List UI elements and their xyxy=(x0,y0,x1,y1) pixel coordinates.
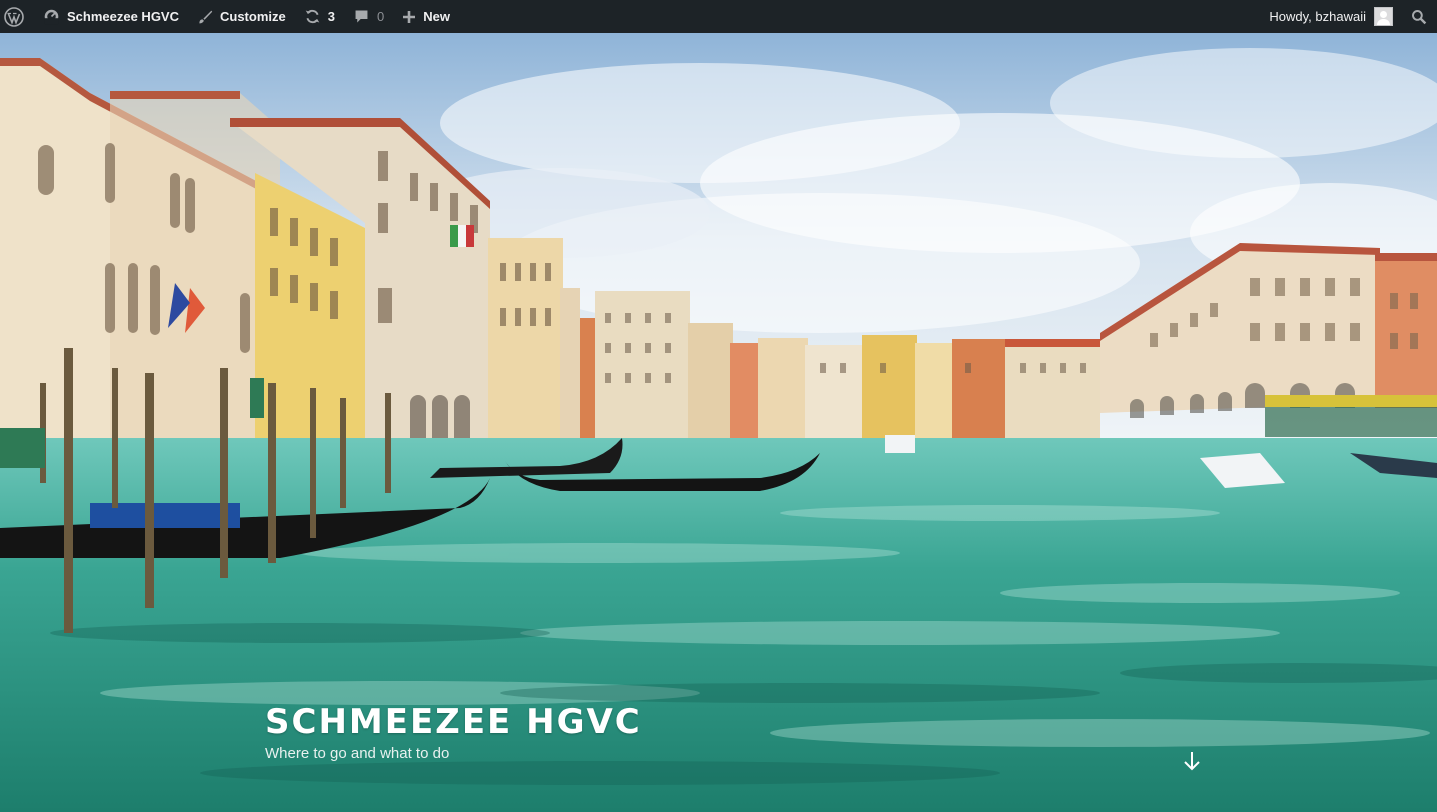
site-description: Where to go and what to do xyxy=(265,745,450,762)
greeting-text: Howdy, bzhawaii xyxy=(1269,9,1366,24)
search-icon xyxy=(1412,9,1427,24)
site-name-label: Schmeezee HGVC xyxy=(67,9,179,24)
customize-label: Customize xyxy=(220,9,286,24)
new-label: New xyxy=(423,9,450,24)
admin-bar-right: Howdy, bzhawaii xyxy=(1260,0,1437,33)
dashboard-icon xyxy=(44,9,59,25)
updates-count: 3 xyxy=(327,9,335,24)
site-title[interactable]: SCHMEEZEE HGVC xyxy=(265,703,642,741)
header-image-venice xyxy=(0,33,1437,812)
customize-menu[interactable]: Customize xyxy=(188,0,295,33)
plus-icon xyxy=(403,10,416,23)
site-name-menu[interactable]: Schmeezee HGVC xyxy=(34,0,188,33)
wordpress-logo-icon xyxy=(4,6,24,27)
comment-icon xyxy=(355,10,368,23)
brush-icon xyxy=(199,10,213,23)
new-content-menu[interactable]: New xyxy=(393,0,459,33)
refresh-icon xyxy=(305,9,320,24)
admin-bar: Schmeezee HGVC Customize 3 0 New Howdy, … xyxy=(0,0,1437,33)
comments-count: 0 xyxy=(376,9,385,24)
updates-menu[interactable]: 3 xyxy=(295,0,344,33)
comments-menu[interactable]: 0 xyxy=(344,0,393,33)
avatar xyxy=(1374,7,1393,26)
scroll-down-link[interactable] xyxy=(1181,750,1203,772)
wordpress-menu[interactable] xyxy=(0,0,34,33)
admin-bar-left: Schmeezee HGVC Customize 3 0 New xyxy=(0,0,459,33)
my-account-menu[interactable]: Howdy, bzhawaii xyxy=(1260,0,1402,33)
search-toggle[interactable] xyxy=(1402,0,1437,33)
arrow-down-icon xyxy=(1184,752,1200,771)
site-branding: SCHMEEZEE HGVC Where to go and what to d… xyxy=(265,703,642,762)
custom-header: SCHMEEZEE HGVC Where to go and what to d… xyxy=(0,33,1437,812)
